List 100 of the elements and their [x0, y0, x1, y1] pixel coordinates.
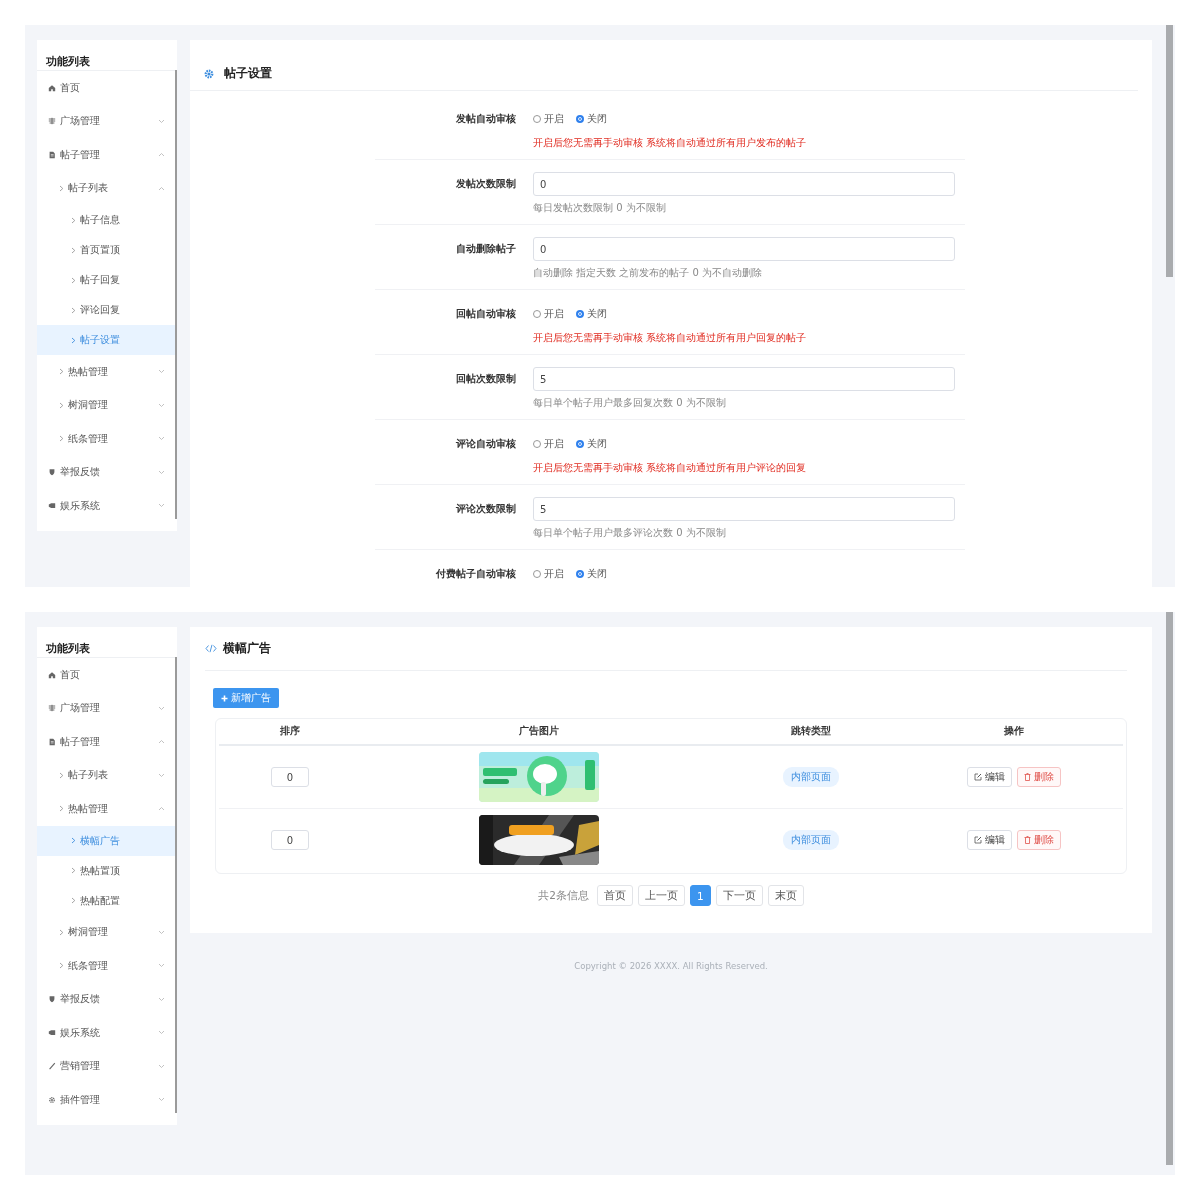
warning-text: 开启后您无需再手动审核 系统将自动通过所有用户发布的帖子: [533, 136, 808, 150]
menu-item[interactable]: 营销管理: [37, 1049, 177, 1083]
chevron-right-icon: [59, 928, 64, 936]
home-icon: [48, 83, 56, 92]
sort-field[interactable]: 0: [271, 830, 309, 850]
radio-option[interactable]: 关闭: [576, 437, 607, 451]
delete-button[interactable]: 删除: [1017, 767, 1061, 787]
last-page-button[interactable]: 末页: [767, 885, 804, 906]
menu-item[interactable]: 帖子管理: [37, 138, 177, 172]
trash-icon: [1024, 773, 1031, 781]
menu-item[interactable]: 首页: [37, 71, 177, 105]
chevron-right-icon: [71, 216, 76, 224]
menu-item[interactable]: 评论回复: [37, 295, 177, 325]
document-icon: [48, 150, 56, 159]
chevron-right-icon: [59, 771, 64, 779]
column-header: 操作: [1004, 725, 1024, 738]
radio-option[interactable]: 开启: [533, 437, 564, 451]
radio-option[interactable]: 开启: [533, 307, 564, 321]
edit-icon: [974, 773, 982, 781]
record-count: 共2条信息: [538, 888, 589, 903]
scrollbar[interactable]: [1166, 612, 1173, 1165]
menu-item[interactable]: 纸条管理: [37, 422, 177, 456]
menu-title: 功能列表: [37, 40, 177, 71]
menu-item[interactable]: 热帖配置: [37, 885, 177, 916]
field-label: 发帖自动审核: [455, 112, 516, 126]
input-field[interactable]: 5: [533, 497, 955, 521]
shield-icon: [48, 468, 56, 477]
chevron-right-icon: [71, 336, 76, 344]
menu-item[interactable]: 热帖管理: [37, 355, 177, 389]
chevron-right-icon: [59, 368, 64, 376]
chevron-right-icon: [71, 246, 76, 254]
menu-item[interactable]: 帖子列表: [37, 758, 177, 792]
page-title: 横幅广告: [223, 640, 271, 657]
previous-page-button[interactable]: 上一页: [638, 885, 685, 906]
chevron-right-icon: [71, 897, 76, 904]
chevron-right-icon: [71, 276, 76, 284]
menu-item[interactable]: 首页置顶: [37, 235, 177, 265]
trash-icon: [1024, 836, 1031, 844]
menu-item[interactable]: 广场管理: [37, 104, 177, 138]
menu-item[interactable]: 帖子信息: [37, 205, 177, 235]
scrollbar[interactable]: [1166, 25, 1173, 277]
help-text: 每日发帖次数限制 0 为不限制: [533, 201, 667, 215]
menu-item[interactable]: 娱乐系统: [37, 489, 177, 523]
page-title: 帖子设置: [224, 65, 272, 82]
menu-item[interactable]: 广场管理: [37, 691, 177, 725]
radio-option[interactable]: 关闭: [576, 307, 607, 321]
input-field[interactable]: 5: [533, 367, 955, 391]
code-icon: [205, 644, 217, 653]
menu-title: 功能列表: [37, 627, 177, 658]
next-page-button[interactable]: 下一页: [715, 885, 763, 906]
menu-item[interactable]: 树洞管理: [37, 388, 177, 422]
radio-option[interactable]: 关闭: [576, 567, 607, 581]
field-label: 回帖次数限制: [455, 372, 516, 386]
help-text: 自动删除 指定天数 之前发布的帖子 0 为不自动删除: [533, 266, 764, 280]
menu-item[interactable]: 热帖置顶: [37, 855, 177, 886]
sort-field[interactable]: 0: [271, 767, 309, 787]
delete-button[interactable]: 删除: [1017, 830, 1061, 850]
type-tag: 内部页面: [783, 767, 839, 787]
menu-item[interactable]: 举报反馈: [37, 455, 177, 489]
grid-icon: [48, 117, 56, 126]
help-text: 每日单个帖子用户最多评论次数 0 为不限制: [533, 526, 727, 540]
radio-option[interactable]: 开启: [533, 567, 564, 581]
plus-icon: [221, 694, 228, 702]
grid-icon: [48, 704, 56, 713]
menu-item[interactable]: 帖子管理: [37, 725, 177, 759]
radio-option[interactable]: 关闭: [576, 112, 607, 126]
radio-option[interactable]: 开启: [533, 112, 564, 126]
scrollbar[interactable]: [175, 657, 177, 1113]
menu-item[interactable]: 树洞管理: [37, 915, 177, 949]
pen-icon: [48, 1062, 56, 1071]
scrollbar[interactable]: [175, 70, 177, 519]
home-icon: [48, 670, 56, 679]
first-page-button[interactable]: 首页: [597, 885, 633, 906]
field-label: 发帖次数限制: [455, 177, 516, 191]
document-icon: [48, 737, 56, 746]
edit-button[interactable]: 编辑: [967, 767, 1012, 787]
menu-item[interactable]: 帖子回复: [37, 265, 177, 295]
field-label: 自动删除帖子: [455, 242, 516, 256]
warning-text: 开启后您无需再手动审核 系统将自动通过所有用户评论的回复: [533, 461, 808, 475]
menu-item[interactable]: 纸条管理: [37, 949, 177, 983]
input-field[interactable]: 0: [533, 172, 955, 196]
field-label: 评论自动审核: [455, 437, 516, 451]
menu-item[interactable]: 热帖管理: [37, 792, 177, 826]
chevron-right-icon: [59, 401, 64, 409]
tag-icon: [48, 501, 56, 510]
shield-icon: [48, 995, 56, 1004]
input-field[interactable]: 0: [533, 237, 955, 261]
menu-item[interactable]: 娱乐系统: [37, 1016, 177, 1050]
field-label: 评论次数限制: [455, 502, 516, 516]
chevron-right-icon: [71, 306, 76, 314]
menu-item[interactable]: 帖子列表: [37, 171, 177, 205]
edit-button[interactable]: 编辑: [967, 830, 1012, 850]
copyright-text: Copyright © 2026 XXXX. All Rights Reserved.: [574, 961, 768, 971]
tag-icon: [48, 1028, 56, 1037]
menu-item[interactable]: 插件管理: [37, 1083, 177, 1117]
warning-text: 开启后您无需再手动审核 系统将自动通过所有用户回复的帖子: [533, 331, 808, 345]
edit-icon: [974, 836, 982, 844]
column-header: 广告图片: [519, 725, 559, 738]
menu-item[interactable]: 首页: [37, 658, 177, 692]
menu-item[interactable]: 举报反馈: [37, 982, 177, 1016]
